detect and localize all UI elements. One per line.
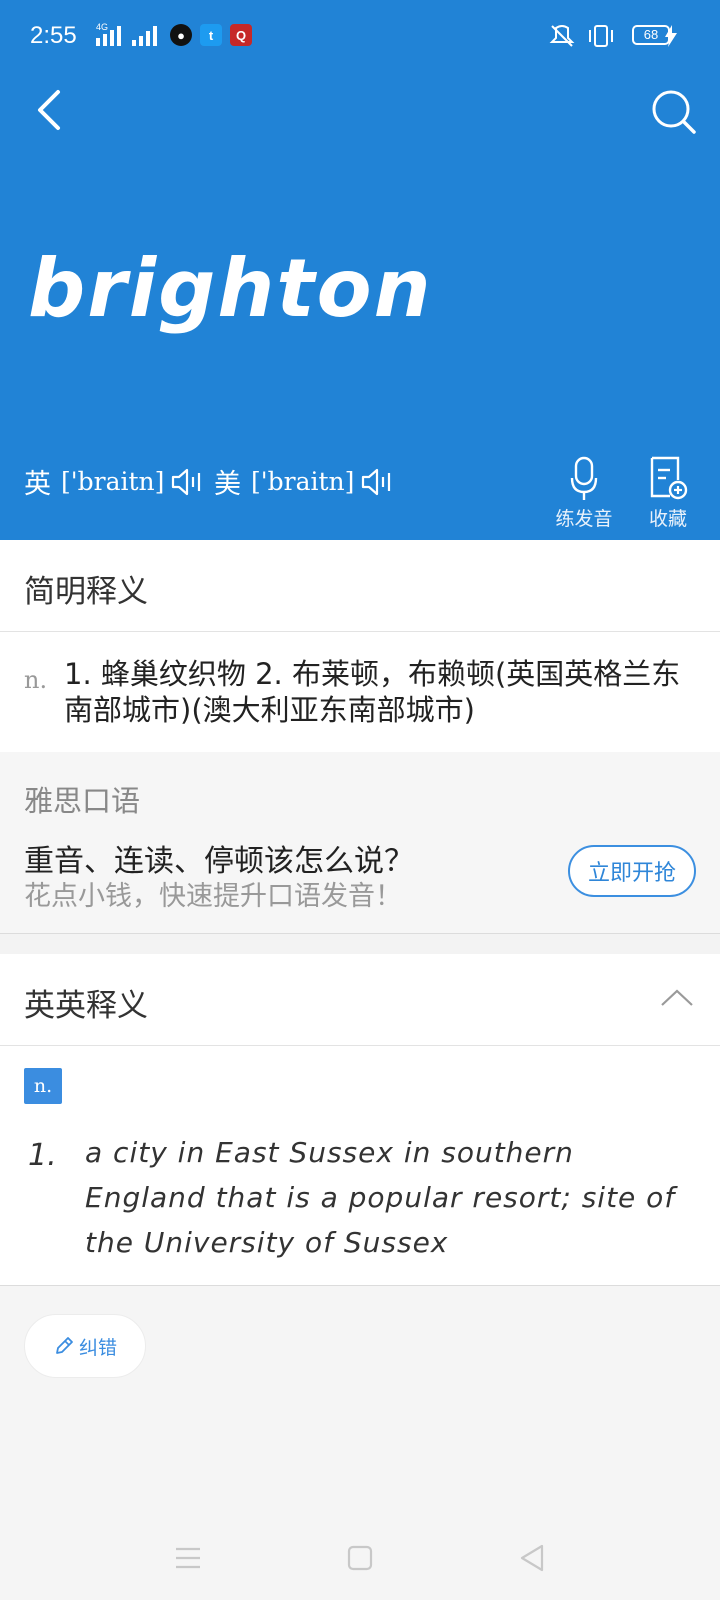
- promo-title: 雅思口语: [24, 784, 141, 818]
- search-button[interactable]: [650, 88, 698, 136]
- pronunciation-region: 英: [24, 469, 51, 500]
- practice-pronunciation-button[interactable]: 练发音: [548, 456, 620, 531]
- definition-text: 1. 蜂巢纹织物 2. 布莱顿，布赖顿(英国英格兰东南部城市)(澳大利亚东南部城…: [64, 657, 681, 727]
- ielts-promo-card[interactable]: 雅思口语 重音、连读、停顿该怎么说？ 花点小钱，快速提升口语发音！: [0, 752, 720, 934]
- speaker-icon[interactable]: [170, 467, 204, 497]
- menu-button[interactable]: [164, 1538, 212, 1578]
- promo-subline: 花点小钱，快速提升口语发音！: [24, 881, 402, 912]
- promo-cta-button[interactable]: 立即开抢: [568, 845, 696, 897]
- en-en-definition-header[interactable]: 英英释义: [0, 954, 720, 1046]
- part-of-speech-tag: n.: [24, 1068, 62, 1104]
- section-title: 英英释义: [24, 988, 148, 1024]
- brief-definition-header: 简明释义: [0, 540, 720, 632]
- back-arrow-icon: [38, 90, 60, 130]
- headword: brighton: [28, 242, 433, 335]
- sense-number: 1.: [28, 1138, 57, 1173]
- vibrate-icon: [589, 25, 613, 47]
- home-icon: [347, 1545, 373, 1571]
- phonetic-text: ['braitn]: [61, 467, 165, 496]
- pronunciation-uk[interactable]: 英 ['braitn]: [24, 462, 204, 501]
- reddit-icon: ●: [170, 24, 192, 46]
- charging-icon: [665, 25, 677, 47]
- signal-icon: [96, 26, 121, 46]
- part-of-speech: n.: [24, 666, 48, 694]
- twitter-icon: t: [200, 24, 222, 46]
- system-nav-bar: [0, 1520, 720, 1600]
- signal-icon: [132, 26, 157, 46]
- sense-definition: a city in East Sussex in southern Englan…: [85, 1136, 676, 1259]
- section-title: 简明释义: [24, 574, 148, 610]
- brief-definition: n. 1. 蜂巢纹织物 2. 布莱顿，布赖顿(英国英格兰东南部城市)(澳大利亚东…: [0, 632, 720, 752]
- back-nav-button[interactable]: [508, 1538, 556, 1578]
- favorite-label: 收藏: [648, 508, 687, 530]
- microphone-icon: [570, 456, 598, 500]
- pronunciation-us[interactable]: 美 ['braitn]: [214, 462, 394, 501]
- status-bar: 2:55 4G ● t Q 68: [0, 0, 720, 72]
- section-divider: [0, 934, 720, 954]
- report-error-button[interactable]: 纠错: [24, 1314, 146, 1378]
- mute-icon: [549, 25, 575, 47]
- chevron-up-icon[interactable]: [660, 986, 694, 1008]
- pencil-icon: [56, 1337, 73, 1354]
- report-error-label: 纠错: [78, 1336, 117, 1359]
- speaker-icon[interactable]: [360, 467, 394, 497]
- word-header: 2:55 4G ● t Q 68 brighton 英 ['braitn] 美 …: [0, 0, 720, 540]
- quora-icon: Q: [230, 24, 252, 46]
- phonetic-text: ['braitn]: [251, 467, 355, 496]
- home-button[interactable]: [336, 1538, 384, 1578]
- practice-label: 练发音: [555, 508, 613, 530]
- add-to-notebook-icon: [650, 456, 688, 500]
- menu-icon: [176, 1547, 200, 1569]
- favorite-button[interactable]: 收藏: [632, 456, 704, 531]
- back-button[interactable]: [26, 88, 70, 132]
- pronunciation-region: 美: [214, 469, 241, 500]
- search-icon: [652, 90, 696, 134]
- back-triangle-icon: [520, 1544, 544, 1572]
- status-time: 2:55: [30, 22, 77, 49]
